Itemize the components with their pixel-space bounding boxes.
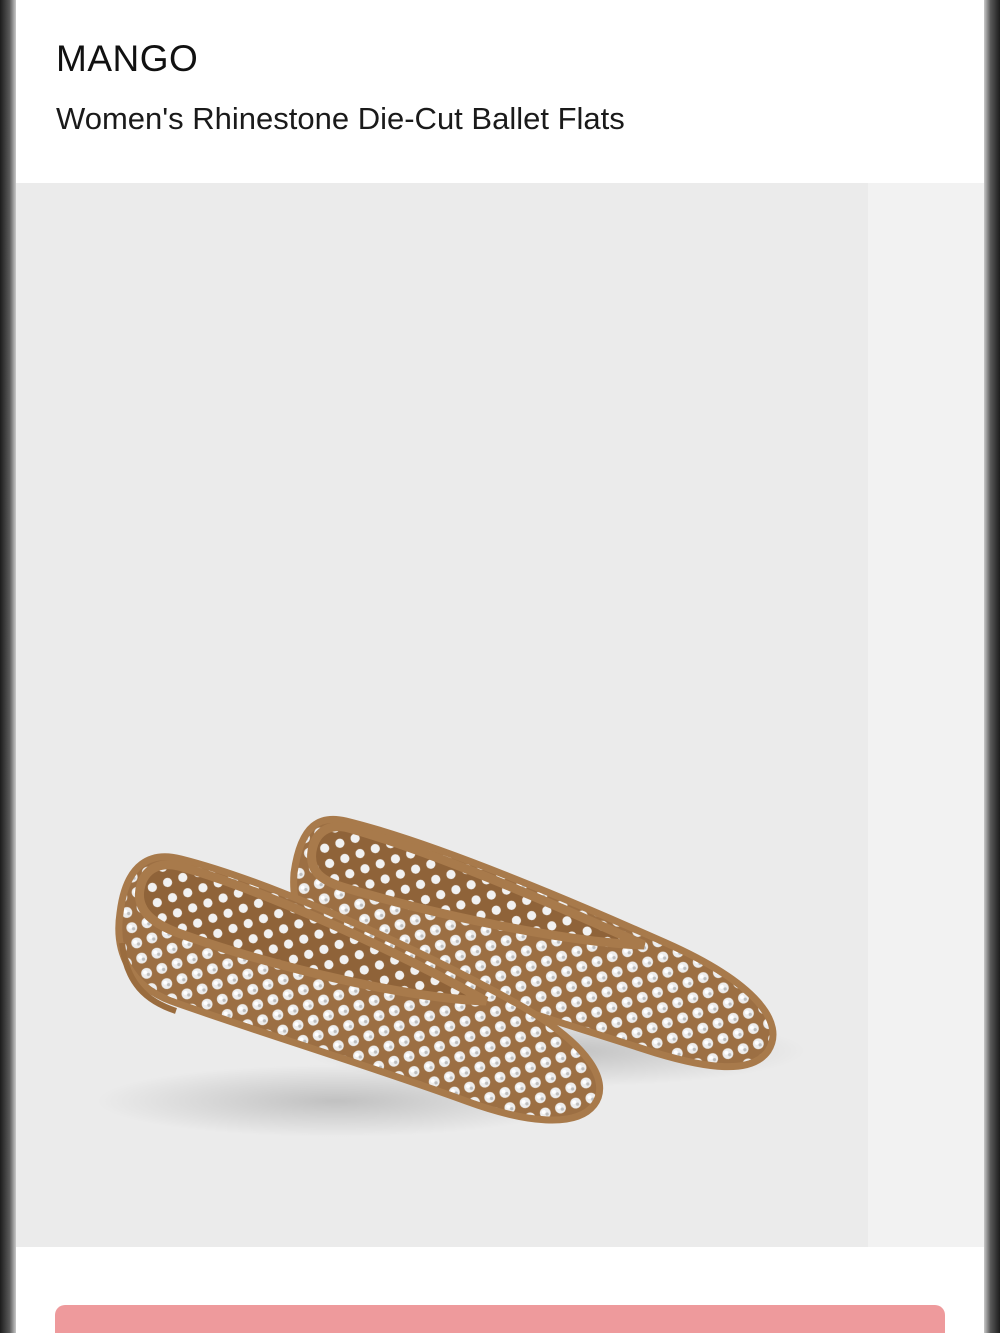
product-photo[interactable] [16, 183, 868, 1247]
product-header: MANGO Women's Rhinestone Die-Cut Ballet … [16, 0, 984, 183]
add-to-cart-button[interactable] [55, 1305, 945, 1333]
product-image-gallery[interactable] [16, 183, 984, 1247]
product-title: Women's Rhinestone Die-Cut Ballet Flats [56, 101, 625, 136]
brand-name[interactable]: MANGO [56, 38, 198, 80]
next-product-photo[interactable] [868, 183, 984, 1247]
ballet-flats-photo-icon [96, 815, 806, 1137]
device-bezel-left [0, 0, 16, 1333]
device-bezel-right [984, 0, 1000, 1333]
product-screen: MANGO Women's Rhinestone Die-Cut Ballet … [16, 0, 984, 1333]
